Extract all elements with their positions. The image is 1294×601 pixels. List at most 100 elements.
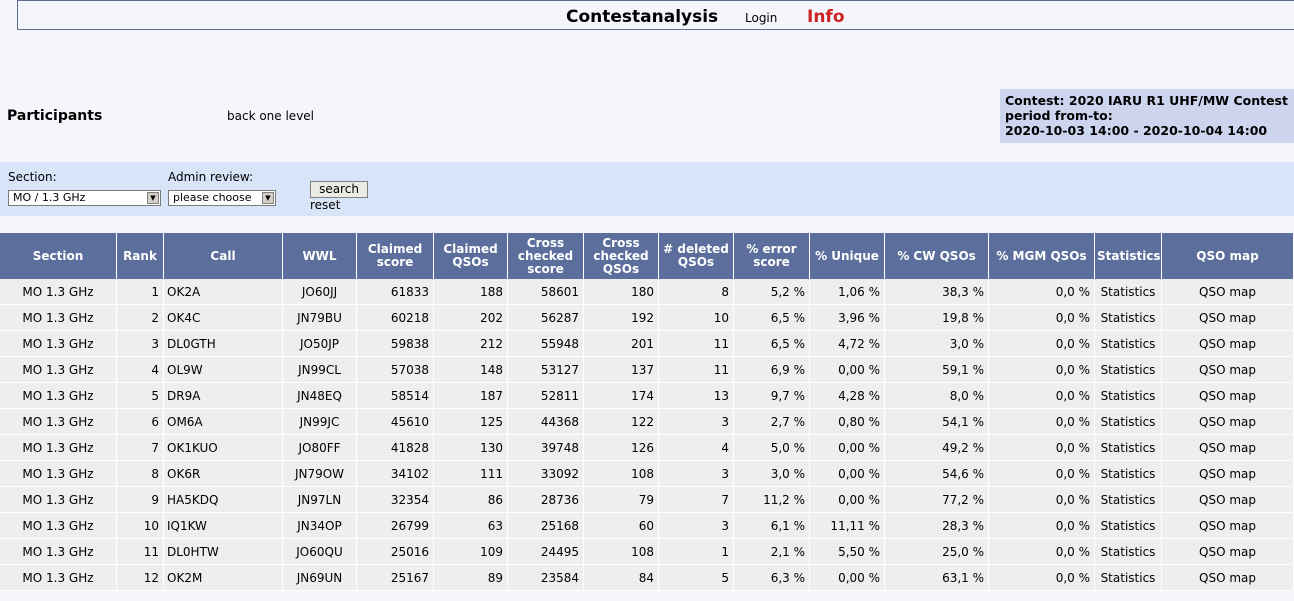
- cell-section: MO 1.3 GHz: [0, 409, 117, 435]
- cell-error-score: 6,3 %: [734, 565, 810, 591]
- login-link[interactable]: Login: [745, 11, 777, 25]
- cell-cw-qsos: 54,6 %: [885, 461, 989, 487]
- column-header-claimed-score[interactable]: Claimed score: [357, 233, 434, 279]
- cell-call: OK2A: [164, 279, 283, 305]
- cell-error-score: 6,5 %: [734, 305, 810, 331]
- statistics-link[interactable]: Statistics: [1095, 383, 1162, 409]
- table-row: MO 1.3 GHz 3 DL0GTH JO50JP 59838 212 55948 201 1…: [0, 331, 1294, 357]
- admin-review-select[interactable]: please choose ▼: [168, 190, 276, 206]
- cell-unique: 5,50 %: [810, 539, 885, 565]
- cell-section: MO 1.3 GHz: [0, 331, 117, 357]
- reset-link[interactable]: reset: [310, 198, 340, 212]
- admin-review-select-value: please choose: [173, 191, 252, 204]
- cell-unique: 0,00 %: [810, 565, 885, 591]
- qso-map-link[interactable]: QSO map: [1162, 383, 1294, 409]
- app-title: Contestanalysis: [566, 7, 719, 27]
- cell-deleted-qsos: 11: [659, 357, 734, 383]
- cell-cross-checked-score: 33092: [508, 461, 584, 487]
- table-row: MO 1.3 GHz 1 OK2A JO60JJ 61833 188 58601 180 8 5,…: [0, 279, 1294, 305]
- column-header-error-score[interactable]: % error score: [734, 233, 810, 279]
- cell-wwl: JN79OW: [283, 461, 357, 487]
- cell-claimed-qsos: 86: [434, 487, 508, 513]
- column-header-mgm-qsos[interactable]: % MGM QSOs: [989, 233, 1095, 279]
- qso-map-link[interactable]: QSO map: [1162, 305, 1294, 331]
- cell-cross-checked-score: 25168: [508, 513, 584, 539]
- column-header-rank[interactable]: Rank: [117, 233, 164, 279]
- qso-map-link[interactable]: QSO map: [1162, 331, 1294, 357]
- cell-rank: 5: [117, 383, 164, 409]
- qso-map-link[interactable]: QSO map: [1162, 539, 1294, 565]
- column-header-claimed-qsos[interactable]: Claimed QSOs: [434, 233, 508, 279]
- cell-claimed-qsos: 63: [434, 513, 508, 539]
- cell-section: MO 1.3 GHz: [0, 513, 117, 539]
- statistics-link[interactable]: Statistics: [1095, 331, 1162, 357]
- cell-claimed-score: 41828: [357, 435, 434, 461]
- cell-cw-qsos: 49,2 %: [885, 435, 989, 461]
- column-header-deleted-qsos[interactable]: # deleted QSOs: [659, 233, 734, 279]
- column-header-cw-qsos[interactable]: % CW QSOs: [885, 233, 989, 279]
- statistics-link[interactable]: Statistics: [1095, 279, 1162, 305]
- cell-claimed-qsos: 212: [434, 331, 508, 357]
- cell-claimed-qsos: 187: [434, 383, 508, 409]
- cell-rank: 8: [117, 461, 164, 487]
- table-row: MO 1.3 GHz 11 DL0HTW JO60QU 25016 109 24495 108…: [0, 539, 1294, 565]
- column-header-wwl[interactable]: WWL: [283, 233, 357, 279]
- cell-cw-qsos: 54,1 %: [885, 409, 989, 435]
- cell-cross-checked-score: 53127: [508, 357, 584, 383]
- statistics-link[interactable]: Statistics: [1095, 357, 1162, 383]
- cell-section: MO 1.3 GHz: [0, 383, 117, 409]
- contest-period-label: period from-to:: [1005, 108, 1113, 123]
- cell-rank: 12: [117, 565, 164, 591]
- cell-call: IQ1KW: [164, 513, 283, 539]
- cell-mgm-qsos: 0,0 %: [989, 539, 1095, 565]
- qso-map-link[interactable]: QSO map: [1162, 279, 1294, 305]
- cell-claimed-qsos: 130: [434, 435, 508, 461]
- qso-map-link[interactable]: QSO map: [1162, 461, 1294, 487]
- section-select[interactable]: MO / 1.3 GHz ▼: [8, 190, 161, 206]
- cell-cross-checked-score: 55948: [508, 331, 584, 357]
- cell-unique: 0,00 %: [810, 435, 885, 461]
- statistics-link[interactable]: Statistics: [1095, 487, 1162, 513]
- qso-map-link[interactable]: QSO map: [1162, 513, 1294, 539]
- statistics-link[interactable]: Statistics: [1095, 513, 1162, 539]
- column-header-unique[interactable]: % Unique: [810, 233, 885, 279]
- cell-cw-qsos: 3,0 %: [885, 331, 989, 357]
- search-button[interactable]: search: [310, 181, 368, 198]
- qso-map-link[interactable]: QSO map: [1162, 409, 1294, 435]
- column-header-section[interactable]: Section: [0, 233, 117, 279]
- qso-map-link[interactable]: QSO map: [1162, 565, 1294, 591]
- qso-map-link[interactable]: QSO map: [1162, 435, 1294, 461]
- cell-cross-checked-score: 44368: [508, 409, 584, 435]
- statistics-link[interactable]: Statistics: [1095, 435, 1162, 461]
- cell-deleted-qsos: 3: [659, 461, 734, 487]
- cell-mgm-qsos: 0,0 %: [989, 513, 1095, 539]
- back-one-level-link[interactable]: back one level: [227, 109, 314, 123]
- qso-map-link[interactable]: QSO map: [1162, 487, 1294, 513]
- cell-cw-qsos: 8,0 %: [885, 383, 989, 409]
- cell-deleted-qsos: 11: [659, 331, 734, 357]
- cell-error-score: 11,2 %: [734, 487, 810, 513]
- cell-cross-checked-qsos: 180: [584, 279, 659, 305]
- cell-wwl: JN99CL: [283, 357, 357, 383]
- column-header-call[interactable]: Call: [164, 233, 283, 279]
- statistics-link[interactable]: Statistics: [1095, 305, 1162, 331]
- statistics-link[interactable]: Statistics: [1095, 539, 1162, 565]
- qso-map-link[interactable]: QSO map: [1162, 357, 1294, 383]
- cell-mgm-qsos: 0,0 %: [989, 435, 1095, 461]
- cell-cross-checked-score: 24495: [508, 539, 584, 565]
- cell-call: OK2M: [164, 565, 283, 591]
- chevron-down-icon: ▼: [262, 192, 274, 204]
- cell-cross-checked-qsos: 60: [584, 513, 659, 539]
- contest-info-box: Contest: 2020 IARU R1 UHF/MW Contest per…: [1000, 89, 1294, 143]
- cell-claimed-qsos: 202: [434, 305, 508, 331]
- statistics-link[interactable]: Statistics: [1095, 461, 1162, 487]
- column-header-cross-checked-score[interactable]: Cross checked score: [508, 233, 584, 279]
- statistics-link[interactable]: Statistics: [1095, 565, 1162, 591]
- column-header-cross-checked-qsos[interactable]: Cross checked QSOs: [584, 233, 659, 279]
- table-row: MO 1.3 GHz 6 OM6A JN99JC 45610 125 44368 122 3 2,…: [0, 409, 1294, 435]
- cell-cw-qsos: 38,3 %: [885, 279, 989, 305]
- cell-claimed-score: 57038: [357, 357, 434, 383]
- table-row: MO 1.3 GHz 4 OL9W JN99CL 57038 148 53127 137 11 6…: [0, 357, 1294, 383]
- info-link[interactable]: Info: [807, 7, 845, 27]
- statistics-link[interactable]: Statistics: [1095, 409, 1162, 435]
